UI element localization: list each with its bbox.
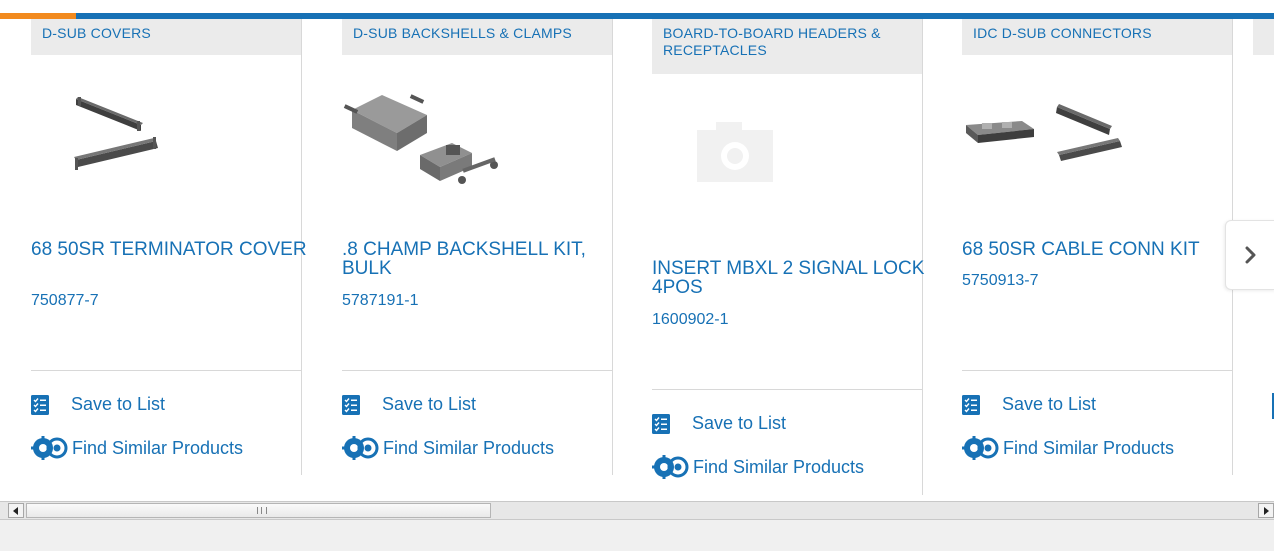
part-number-link[interactable]: 5787191-1 — [342, 292, 419, 310]
find-similar-products-button[interactable]: Find Similar Products — [962, 436, 1174, 460]
scroll-left-button[interactable] — [8, 503, 24, 518]
category-label[interactable]: D-SUB COVERS — [31, 19, 301, 55]
find-similar-products-button[interactable]: Find Similar Products — [31, 436, 243, 460]
product-card: BOARD-TO-BOARD HEADERS & RECEPTACLES INS… — [652, 19, 924, 495]
card-separator — [31, 370, 301, 371]
save-to-list-button[interactable]: Save to List — [342, 394, 476, 415]
find-similar-label: Find Similar Products — [1003, 437, 1175, 458]
gears-icon — [31, 436, 68, 460]
carousel-next-button[interactable] — [1225, 220, 1274, 290]
product-image[interactable] — [31, 85, 211, 195]
cable-conn-kit-image — [966, 104, 1122, 161]
product-image[interactable] — [962, 85, 1142, 195]
page-footer-area — [0, 520, 1274, 551]
gears-icon — [342, 436, 379, 460]
connector-pair-image — [74, 97, 158, 170]
find-similar-label: Find Similar Products — [72, 437, 244, 458]
save-to-list-label: Save to List — [382, 394, 477, 414]
save-to-list-label: Save to List — [71, 394, 166, 414]
scrollbar-grip — [257, 507, 267, 514]
part-number-link[interactable]: 1600902-1 — [652, 311, 729, 329]
checklist-icon — [652, 413, 670, 434]
product-card: IDC D-SUB CONNECTORS 68 50SR CABLE CONN … — [962, 19, 1233, 475]
category-label[interactable]: BOARD-TO-BOARD HEADERS & RECEPTACLES — [652, 19, 922, 74]
scrollbar-thumb[interactable] — [26, 503, 491, 518]
product-card: D-SUB BACKSHELLS & CLAMPS .8 CHAMP BACKS… — [342, 19, 613, 475]
save-to-list-button[interactable]: Save to List — [31, 394, 165, 415]
horizontal-scrollbar[interactable] — [0, 501, 1274, 520]
card-separator — [342, 370, 612, 371]
backshell-kit-image — [343, 94, 498, 184]
save-to-list-label: Save to List — [1002, 394, 1097, 414]
find-similar-label: Find Similar Products — [383, 437, 555, 458]
checklist-icon — [31, 394, 49, 415]
product-card: D-SUB COVERS 68 50SR TERMINATOR COVER 75… — [31, 19, 307, 475]
product-title-link[interactable]: .8 CHAMP BACKSHELL KIT, BULK — [342, 240, 622, 278]
checklist-icon — [962, 394, 980, 415]
find-similar-label: Find Similar Products — [693, 456, 865, 477]
save-to-list-button[interactable]: Save to List — [652, 413, 786, 434]
gears-icon — [962, 436, 999, 460]
checklist-icon — [342, 394, 360, 415]
product-carousel: D-SUB COVERS 68 50SR TERMINATOR COVER 75… — [0, 19, 1274, 495]
save-to-list-button[interactable]: Save to List — [962, 394, 1096, 415]
find-similar-products-button[interactable]: Find Similar Products — [652, 455, 864, 479]
chevron-right-icon — [1245, 246, 1255, 264]
category-label[interactable]: D-SUB BACKSHELLS & CLAMPS — [342, 19, 612, 55]
gears-icon — [652, 455, 689, 479]
product-title-link[interactable]: 68 50SR TERMINATOR COVER — [31, 240, 311, 259]
part-number-link[interactable]: 750877-7 — [31, 292, 99, 310]
product-image[interactable] — [342, 85, 522, 195]
next-card-category-edge — [1253, 19, 1274, 55]
product-image[interactable] — [652, 115, 832, 225]
card-separator — [652, 389, 922, 390]
find-similar-products-button[interactable]: Find Similar Products — [342, 436, 554, 460]
product-title-link[interactable]: INSERT MBXL 2 SIGNAL LOCK 4POS — [652, 259, 932, 297]
arrow-left-icon — [13, 506, 18, 515]
scroll-right-button[interactable] — [1258, 503, 1274, 518]
arrow-right-icon — [1264, 506, 1269, 515]
part-number-link[interactable]: 5750913-7 — [962, 272, 1039, 290]
card-separator — [962, 370, 1232, 371]
product-title-link[interactable]: 68 50SR CABLE CONN KIT — [962, 240, 1242, 259]
category-label[interactable]: IDC D-SUB CONNECTORS — [962, 19, 1232, 55]
save-to-list-label: Save to List — [692, 413, 787, 433]
camera-placeholder-icon — [697, 122, 773, 182]
